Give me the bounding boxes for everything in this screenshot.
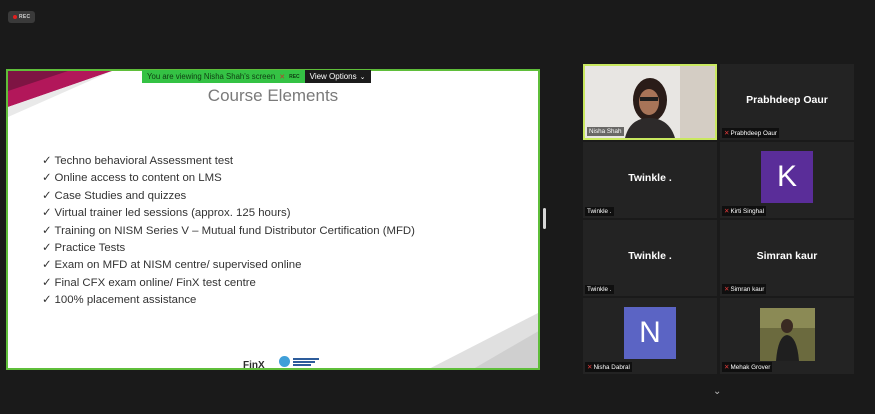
participant-name-label: ✕ Mehak Grover bbox=[722, 362, 773, 372]
participant-name: Simran kaur bbox=[730, 285, 765, 293]
bullet-item: ✓ Online access to content on LMS bbox=[42, 170, 415, 187]
participant-display-name: Simran kaur bbox=[756, 250, 818, 262]
recording-label: REC bbox=[19, 14, 31, 20]
recording-indicator: REC bbox=[8, 11, 36, 23]
check-icon: ✓ bbox=[42, 172, 52, 185]
view-options-button[interactable]: View Options ⌄ bbox=[304, 70, 371, 83]
bullet-item: ✓ Final CFX exam online/ FinX test centre bbox=[42, 275, 415, 292]
bullet-item: ✓ Training on NISM Series V – Mutual fund… bbox=[42, 223, 415, 240]
viewing-notice: You are viewing Nisha Shah's screen ✕ RE… bbox=[142, 70, 305, 83]
participant-name: Prabhdeep Oaur bbox=[730, 129, 778, 137]
bullet-item: ✓ Exam on MFD at NISM centre/ supervised … bbox=[42, 257, 415, 274]
mic-muted-icon: ✕ bbox=[724, 130, 730, 137]
check-icon: ✓ bbox=[42, 259, 52, 272]
participant-display-name: Twinkle . bbox=[628, 250, 672, 262]
bullet-item: ✓ Case Studies and quizzes bbox=[42, 188, 415, 205]
bullet-text: Case Studies and quizzes bbox=[54, 189, 187, 202]
check-icon: ✓ bbox=[42, 155, 52, 167]
participant-photo bbox=[760, 308, 815, 361]
chevron-down-icon[interactable]: ⌄ bbox=[713, 386, 721, 397]
participant-name: Nisha Dabral bbox=[593, 363, 630, 371]
nism-logo bbox=[279, 355, 324, 368]
bullet-text: Techno behavioral Assessment test bbox=[54, 155, 234, 167]
slide-title: Course Elements bbox=[207, 86, 339, 105]
participant-tile[interactable]: Twinkle . Twinkle . bbox=[583, 142, 717, 218]
bullet-text: Final CFX exam online/ FinX test centre bbox=[54, 276, 256, 289]
participant-tile[interactable]: K ✕ Kirti Singhal bbox=[720, 142, 854, 218]
check-icon: ✓ bbox=[42, 189, 52, 202]
participant-display-name: Prabhdeep Oaur bbox=[746, 94, 828, 106]
participant-name-label: ✕ Simran kaur bbox=[722, 284, 767, 294]
participant-name-label: Nisha Shah bbox=[587, 127, 624, 136]
participant-tile[interactable]: Prabhdeep Oaur ✕ Prabhdeep Oaur bbox=[720, 64, 854, 140]
participant-name-label: Twinkle . bbox=[585, 207, 614, 216]
participant-name: Twinkle . bbox=[587, 208, 612, 215]
participant-name: Twinkle . bbox=[587, 286, 612, 293]
check-icon: ✓ bbox=[42, 207, 52, 220]
participant-name: Mehak Grover bbox=[730, 363, 771, 371]
participant-name: Kirti Singhal bbox=[730, 207, 765, 215]
mic-muted-icon: ✕ bbox=[724, 208, 730, 215]
participant-display-name: Twinkle . bbox=[628, 172, 672, 184]
mic-muted-icon: ✕ bbox=[724, 286, 730, 293]
mic-muted-icon: ✕ bbox=[724, 364, 730, 371]
bullet-text: Online access to content on LMS bbox=[54, 172, 222, 185]
nism-wordmark bbox=[293, 357, 319, 366]
finx-logo: FinX bbox=[243, 360, 265, 370]
bullet-item: ✓ Practice Tests bbox=[42, 240, 415, 257]
participant-tile[interactable]: Nisha Shah bbox=[583, 64, 717, 140]
check-icon: ✓ bbox=[42, 294, 52, 307]
avatar: N bbox=[624, 307, 676, 359]
check-icon: ✓ bbox=[42, 276, 52, 289]
banner-rec-label: REC bbox=[289, 73, 300, 80]
mic-muted-icon: ✕ bbox=[587, 364, 593, 371]
bullet-text: Exam on MFD at NISM centre/ supervised o… bbox=[54, 259, 302, 272]
bullet-text: Training on NISM Series V – Mutual fund … bbox=[54, 224, 415, 237]
participant-name-label: ✕ Prabhdeep Oaur bbox=[722, 128, 780, 138]
participant-tile[interactable]: ✕ Mehak Grover bbox=[720, 298, 854, 374]
nism-emblem-icon bbox=[279, 356, 290, 367]
screen-share-banner: You are viewing Nisha Shah's screen ✕ RE… bbox=[142, 70, 405, 83]
view-options-label: View Options bbox=[309, 72, 357, 81]
slide-bullet-list: ✓ Techno behavioral Assessment test ✓ Onli… bbox=[42, 153, 415, 310]
shared-screen: Course Elements ✓ Techno behavioral Asses… bbox=[6, 69, 540, 370]
bullet-text: Virtual trainer led sessions (approx. 12… bbox=[54, 207, 291, 220]
participant-name-label: ✕ Kirti Singhal bbox=[722, 206, 767, 216]
bullet-text: Practice Tests bbox=[54, 242, 126, 255]
record-dot-icon bbox=[13, 15, 17, 19]
viewing-text: You are viewing Nisha Shah's screen bbox=[147, 72, 276, 81]
bullet-item: ✓ Virtual trainer led sessions (approx. 1… bbox=[42, 205, 415, 222]
bullet-item: ✓ 100% placement assistance bbox=[42, 292, 415, 309]
panel-resize-handle[interactable] bbox=[543, 208, 546, 229]
participant-tile[interactable]: Twinkle . Twinkle . bbox=[583, 220, 717, 296]
participant-name-label: Twinkle . bbox=[585, 285, 614, 294]
participant-tile[interactable]: Simran kaur ✕ Simran kaur bbox=[720, 220, 854, 296]
check-icon: ✓ bbox=[42, 242, 52, 255]
participant-tile[interactable]: N ✕ Nisha Dabral bbox=[583, 298, 717, 374]
bullet-item: ✓ Techno behavioral Assessment test bbox=[42, 153, 415, 170]
avatar: K bbox=[761, 151, 813, 203]
mic-muted-icon: ✕ bbox=[279, 73, 286, 81]
participant-name: Nisha Shah bbox=[589, 128, 622, 135]
check-icon: ✓ bbox=[42, 224, 52, 237]
chevron-down-icon: ⌄ bbox=[359, 73, 366, 81]
participant-name-label: ✕ Nisha Dabral bbox=[585, 362, 632, 372]
bullet-text: 100% placement assistance bbox=[54, 294, 197, 307]
